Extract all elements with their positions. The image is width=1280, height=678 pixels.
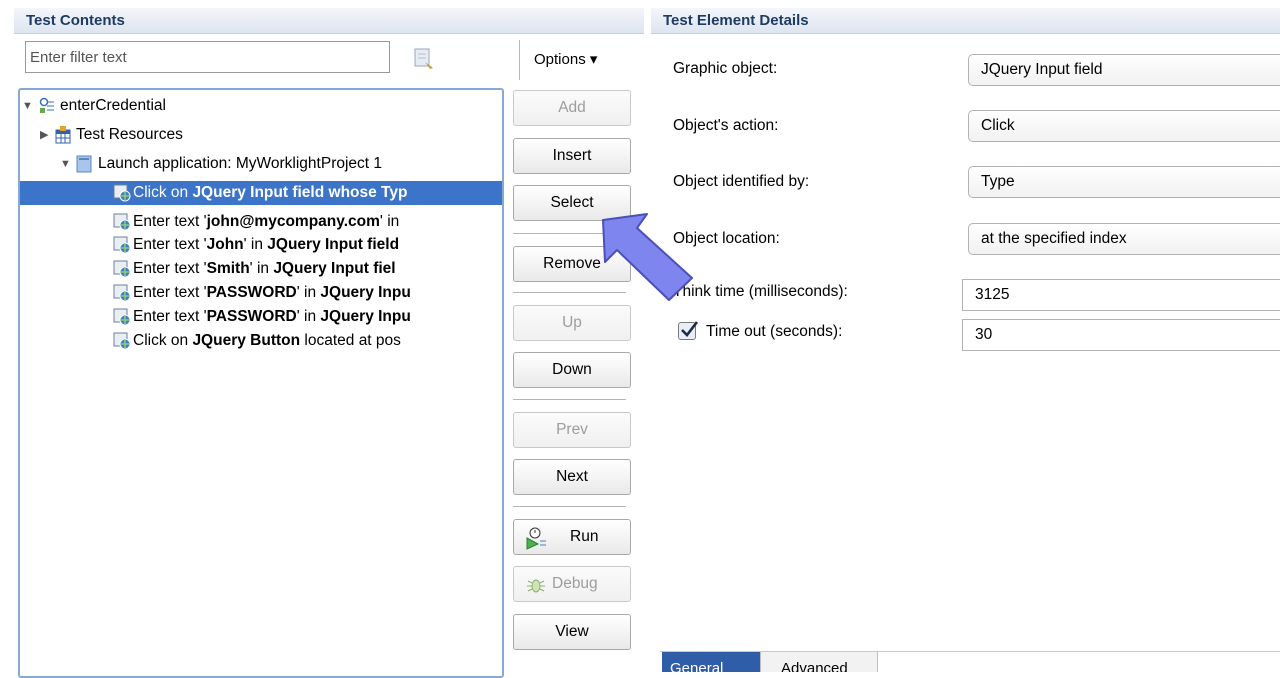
think-time-label: Think time (milliseconds):: [673, 283, 848, 300]
run-icon: [526, 527, 546, 550]
options-menu[interactable]: Options ▾: [534, 50, 597, 68]
identified-by-label: Object identified by:: [673, 173, 810, 190]
application-icon: [76, 155, 92, 173]
tree-label: Enter text 'John' in JQuery Input field: [133, 236, 400, 253]
next-button[interactable]: Next: [513, 459, 631, 495]
tree-node-launch-application[interactable]: ▼ Launch application: MyWorklightProject…: [20, 152, 502, 176]
identified-by-select[interactable]: Type: [968, 166, 1280, 198]
debug-button[interactable]: Debug: [513, 566, 631, 602]
up-button[interactable]: Up: [513, 305, 631, 341]
test-contents-header: Test Contents: [14, 8, 644, 34]
graphic-object-select[interactable]: JQuery Input field: [968, 54, 1280, 86]
tree-label: Launch application: MyWorklightProject 1: [98, 155, 383, 172]
tree-label: Enter text 'PASSWORD' in JQuery Inpu: [133, 284, 411, 301]
tree-label: Test Resources: [76, 126, 183, 143]
tab-advanced[interactable]: Advanced: [760, 652, 878, 672]
annotation-arrow-icon: [602, 213, 693, 301]
test-tree[interactable]: ▼ enterCredential ▶ Test Resources ▼ Lau…: [18, 88, 504, 678]
web-action-icon: [113, 184, 131, 202]
graphic-object-label: Graphic object:: [673, 60, 778, 77]
think-time-input[interactable]: 3125: [962, 279, 1280, 311]
button-separator: [513, 506, 626, 507]
tree-label: Enter text 'Smith' in JQuery Input fiel: [133, 260, 396, 277]
prev-button[interactable]: Prev: [513, 412, 631, 448]
expand-triangle-icon[interactable]: ▼: [22, 100, 34, 112]
run-label: Run: [570, 528, 599, 545]
tree-node-root[interactable]: ▼ enterCredential: [20, 94, 502, 118]
tree-label: Enter text 'john@mycompany.com' in: [133, 213, 400, 230]
insert-button[interactable]: Insert: [513, 138, 631, 174]
web-action-icon: [113, 236, 131, 254]
tree-label: Enter text 'PASSWORD' in JQuery Inpu: [133, 308, 411, 325]
tree-node-action[interactable]: Enter text 'PASSWORD' in JQuery Inpu: [20, 305, 502, 329]
view-button[interactable]: View: [513, 614, 631, 650]
web-action-icon: [113, 213, 131, 231]
tree-node-action[interactable]: Enter text 'John' in JQuery Input field: [20, 233, 502, 257]
web-action-icon: [113, 284, 131, 302]
expand-triangle-icon[interactable]: ▼: [60, 158, 72, 170]
tree-node-action-selected[interactable]: Click on JQuery Input field whose Typ: [20, 181, 502, 205]
timeout-label: Time out (seconds):: [706, 323, 843, 340]
test-element-details-header: Test Element Details: [651, 8, 1280, 34]
tree-label: Click on JQuery Input field whose Typ: [133, 184, 408, 201]
tree-node-test-resources[interactable]: ▶ Test Resources: [20, 123, 502, 147]
tree-label: enterCredential: [60, 97, 166, 114]
web-action-icon: [113, 308, 131, 326]
checkmark-icon: [681, 321, 699, 337]
toolbar-separator: [519, 40, 520, 80]
debug-label: Debug: [552, 575, 598, 592]
resources-icon: [55, 126, 71, 144]
tree-node-action[interactable]: Click on JQuery Button located at pos: [20, 329, 502, 353]
tree-node-action[interactable]: Enter text 'john@mycompany.com' in: [20, 210, 502, 234]
run-button[interactable]: Run: [513, 519, 631, 555]
tab-general[interactable]: General: [662, 652, 762, 672]
timeout-checkbox[interactable]: [678, 321, 699, 340]
object-location-select[interactable]: at the specified index: [968, 223, 1280, 255]
tree-node-action[interactable]: Enter text 'Smith' in JQuery Input fiel: [20, 257, 502, 281]
add-button[interactable]: Add: [513, 90, 631, 126]
bug-icon: [527, 579, 545, 593]
web-action-icon: [113, 332, 131, 350]
filter-input[interactable]: [25, 41, 390, 73]
collapse-triangle-icon[interactable]: ▶: [40, 129, 52, 141]
tree-label: Click on JQuery Button located at pos: [133, 332, 401, 349]
object-action-select[interactable]: Click: [968, 110, 1280, 142]
down-button[interactable]: Down: [513, 352, 631, 388]
web-action-icon: [113, 260, 131, 278]
button-separator: [513, 399, 626, 400]
tree-node-action[interactable]: Enter text 'PASSWORD' in JQuery Inpu: [20, 281, 502, 305]
test-icon: [39, 97, 54, 113]
timeout-input[interactable]: 30: [962, 319, 1280, 351]
clear-filter-icon[interactable]: [413, 47, 435, 71]
object-action-label: Object's action:: [673, 117, 779, 134]
